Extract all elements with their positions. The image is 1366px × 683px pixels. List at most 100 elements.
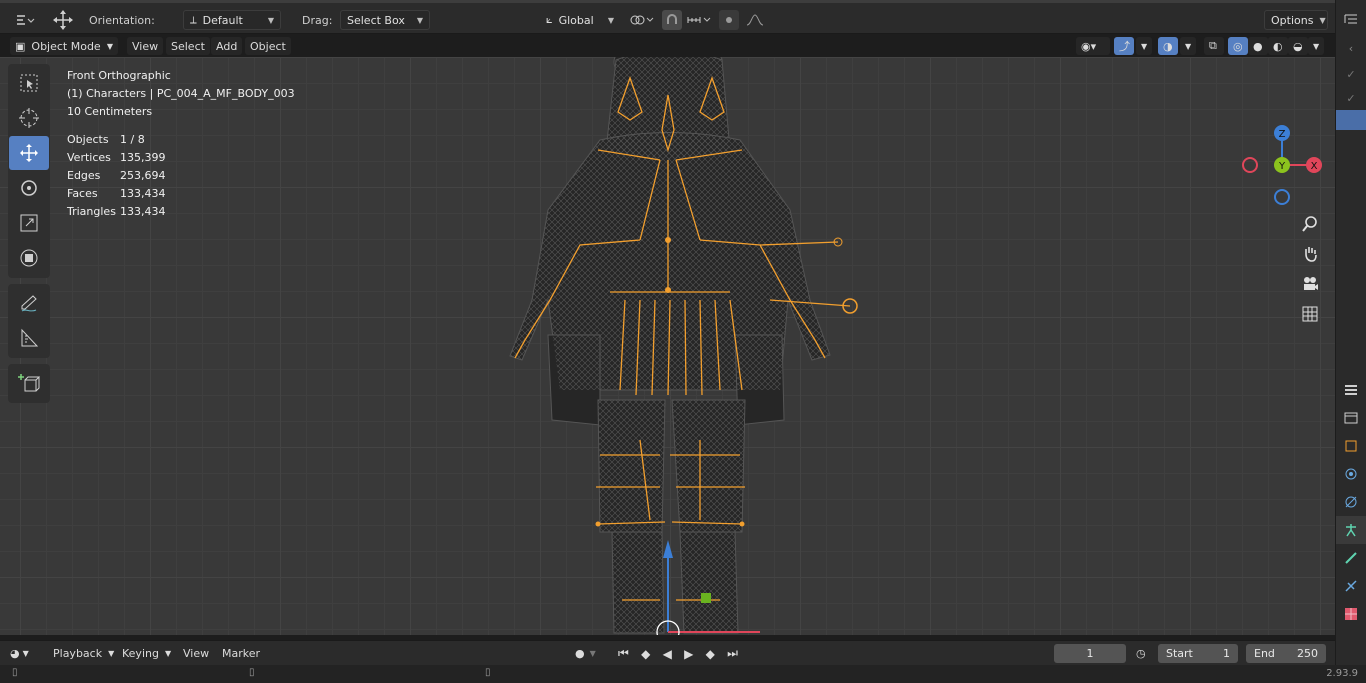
mouse-middle-icon: ▯ bbox=[249, 667, 255, 678]
annotate-icon[interactable] bbox=[9, 286, 49, 320]
transform-space-value: Global bbox=[558, 13, 594, 27]
chevron-down-icon[interactable]: ▼ bbox=[1136, 37, 1152, 55]
outliner-icon[interactable] bbox=[1336, 6, 1366, 34]
restrict-toggle-icon[interactable]: ✓ bbox=[1336, 86, 1366, 110]
start-label: Start bbox=[1166, 647, 1193, 660]
options-label: Options bbox=[1271, 13, 1314, 27]
axes-icon: ⟀ bbox=[546, 13, 553, 26]
render-properties-icon[interactable] bbox=[1336, 404, 1366, 432]
modifier-properties-icon[interactable] bbox=[1336, 460, 1366, 488]
end-frame-field[interactable]: End 250 bbox=[1246, 644, 1326, 663]
menu-keying[interactable]: Keying ▼ bbox=[122, 644, 171, 663]
menu-add[interactable]: Add bbox=[211, 37, 243, 55]
add-cube-icon[interactable] bbox=[9, 366, 49, 400]
editor-type-icon[interactable] bbox=[10, 10, 40, 30]
tool-header: Orientation: ⟂ Default ▼ Drag: Select Bo… bbox=[0, 0, 1335, 34]
select-box-icon[interactable] bbox=[9, 66, 49, 100]
tool-settings-icon[interactable] bbox=[1336, 376, 1366, 404]
menu-object[interactable]: Object bbox=[245, 37, 291, 55]
move-gizmo-icon[interactable] bbox=[50, 10, 76, 30]
xray-icon[interactable]: ⧉ bbox=[1204, 37, 1224, 55]
falloff-icon[interactable] bbox=[741, 10, 769, 30]
menu-view[interactable]: View bbox=[127, 37, 164, 55]
status-bar: ▯ ▯ ▯ 2.93.9 bbox=[0, 665, 1366, 683]
start-frame-field[interactable]: Start 1 bbox=[1158, 644, 1238, 663]
measure-icon[interactable] bbox=[9, 321, 49, 355]
cursor-icon[interactable] bbox=[9, 101, 49, 135]
navigation-gizmo[interactable]: Z Y X bbox=[1238, 123, 1328, 207]
jump-end-icon[interactable]: ⏭ bbox=[727, 646, 738, 661]
end-value: 250 bbox=[1297, 647, 1318, 660]
physics-properties-icon[interactable] bbox=[1336, 488, 1366, 516]
visibility-icon[interactable]: ◉▾ bbox=[1076, 37, 1110, 55]
restrict-toggle-icon[interactable]: ✓ bbox=[1336, 62, 1366, 86]
gizmo-y-label: Y bbox=[1278, 161, 1286, 172]
menu-marker[interactable]: Marker bbox=[222, 644, 260, 663]
current-frame-field[interactable]: 1 bbox=[1054, 644, 1126, 663]
drag-dropdown[interactable]: Select Box ▼ bbox=[340, 10, 430, 30]
orientation-label: Orientation: bbox=[89, 13, 155, 27]
material-shading-icon[interactable]: ◐ bbox=[1268, 37, 1288, 55]
chevron-down-icon: ▼ bbox=[106, 41, 113, 51]
chevron-down-icon[interactable]: ▼ bbox=[1180, 37, 1196, 55]
overlay-toggle-icon[interactable]: ◑ bbox=[1158, 37, 1178, 55]
editor-type-clock-icon[interactable]: ◕ ▼ bbox=[10, 644, 40, 663]
bone-constraint-icon[interactable] bbox=[1336, 572, 1366, 600]
mode-value: Object Mode bbox=[31, 39, 101, 53]
wireframe-shading-icon[interactable]: ◎ bbox=[1228, 37, 1248, 55]
view-name: Front Orthographic bbox=[67, 69, 171, 82]
menu-timeline-view[interactable]: View bbox=[183, 644, 209, 663]
mouse-right-icon: ▯ bbox=[485, 667, 491, 678]
stat-value: 1 / 8 bbox=[120, 133, 145, 146]
transform-orientation-dropdown[interactable]: ⟀ Global ▼ bbox=[540, 10, 620, 30]
chevron-down-icon: ▼ bbox=[607, 15, 614, 25]
stat-label: Faces bbox=[67, 187, 98, 200]
properties-tab-strip: ‹ ✓ ✓ bbox=[1335, 0, 1366, 665]
zoom-icon[interactable] bbox=[1296, 209, 1324, 239]
end-label: End bbox=[1254, 647, 1275, 660]
drag-label: Drag: bbox=[302, 13, 333, 27]
drag-value: Select Box bbox=[347, 13, 405, 27]
prev-keyframe-icon[interactable]: ◆ bbox=[641, 647, 650, 661]
pivot-point-icon[interactable] bbox=[627, 10, 657, 30]
expand-arrow-icon[interactable]: ‹ bbox=[1336, 34, 1366, 62]
collection-object-name: (1) Characters | PC_004_A_MF_BODY_003 bbox=[67, 87, 295, 100]
pan-hand-icon[interactable] bbox=[1296, 239, 1324, 269]
gizmo-toggle-icon[interactable]: ⤴ bbox=[1114, 37, 1134, 55]
camera-icon[interactable] bbox=[1296, 269, 1324, 299]
solid-shading-icon[interactable]: ● bbox=[1248, 37, 1268, 55]
texture-properties-icon[interactable] bbox=[1336, 600, 1366, 628]
scale-icon[interactable] bbox=[9, 206, 49, 240]
chevron-down-icon: ▼ bbox=[1319, 15, 1326, 25]
chevron-down-icon[interactable]: ▼ bbox=[1308, 37, 1324, 55]
options-dropdown[interactable]: Options ▼ bbox=[1264, 10, 1328, 30]
object-properties-icon[interactable] bbox=[1336, 432, 1366, 460]
mode-dropdown[interactable]: ▣ Object Mode ▼ bbox=[10, 37, 118, 55]
workspace-tabs-strip[interactable] bbox=[0, 0, 1335, 3]
record-icon[interactable]: ● ▼ bbox=[575, 644, 605, 663]
menu-select[interactable]: Select bbox=[166, 37, 210, 55]
snap-target-icon[interactable] bbox=[684, 10, 714, 30]
grid-ortho-icon[interactable] bbox=[1296, 299, 1324, 329]
selected-row-indicator[interactable] bbox=[1336, 110, 1366, 130]
chevron-down-icon: ▼ bbox=[267, 15, 274, 25]
3d-viewport[interactable]: Front Orthographic (1) Characters | PC_0… bbox=[0, 57, 1335, 635]
play-icon[interactable]: ▶ bbox=[684, 647, 693, 661]
proportional-edit-icon[interactable] bbox=[719, 10, 739, 30]
play-reverse-icon[interactable]: ◀ bbox=[663, 647, 672, 661]
jump-start-icon[interactable]: ⏮ bbox=[618, 646, 629, 661]
move-icon[interactable] bbox=[9, 136, 49, 170]
orientation-dropdown[interactable]: ⟂ Default ▼ bbox=[183, 10, 281, 30]
object-data-armature-icon[interactable] bbox=[1336, 516, 1366, 544]
next-keyframe-icon[interactable]: ◆ bbox=[706, 647, 715, 661]
stopwatch-icon[interactable]: ◷ bbox=[1136, 644, 1152, 663]
transform-icon[interactable] bbox=[9, 241, 49, 275]
bone-properties-icon[interactable] bbox=[1336, 544, 1366, 572]
rendered-shading-icon[interactable]: ◒ bbox=[1288, 37, 1308, 55]
gizmo-x-label: X bbox=[1311, 161, 1318, 172]
orientation-icon: ⟂ bbox=[190, 14, 197, 26]
menu-playback[interactable]: Playback ▼ bbox=[53, 644, 114, 663]
rotate-icon[interactable] bbox=[9, 171, 49, 205]
stat-value: 133,434 bbox=[120, 205, 166, 218]
snap-icon[interactable] bbox=[662, 10, 682, 30]
